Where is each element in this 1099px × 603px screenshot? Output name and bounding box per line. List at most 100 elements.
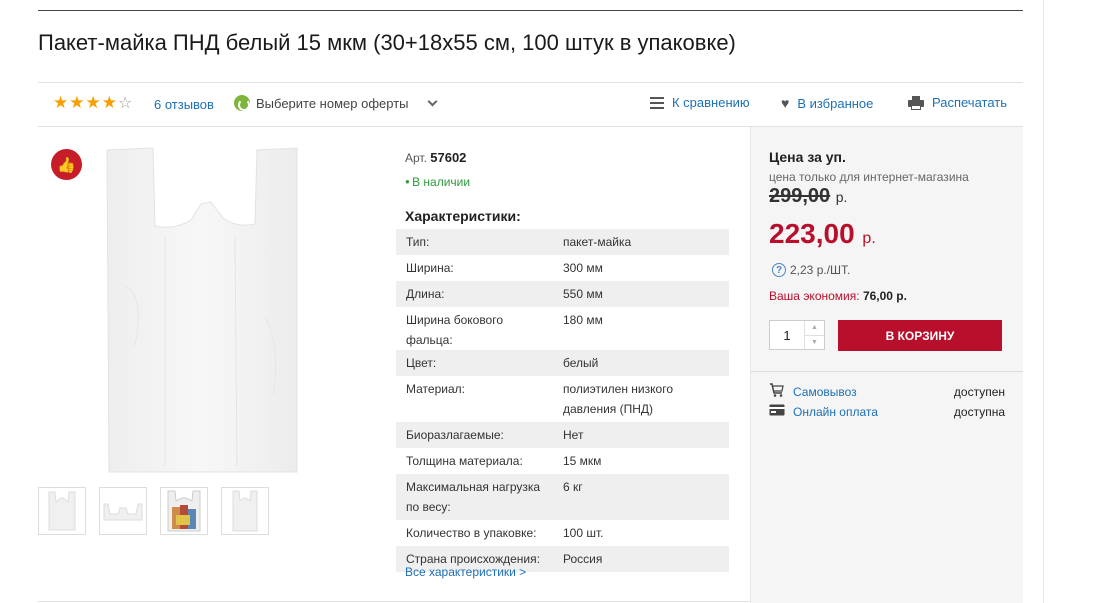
add-to-cart-button[interactable]: В КОРЗИНУ xyxy=(838,320,1002,351)
spec-value: 100 шт. xyxy=(563,526,604,540)
spec-value: 180 мм xyxy=(563,313,603,327)
favorites-label: В избранное xyxy=(797,95,874,111)
savings: Ваша экономия: 76,00 р. xyxy=(769,289,907,303)
rating-stars[interactable]: ★★★★☆ xyxy=(53,93,133,113)
offer-select-label: Выберите номер оферты xyxy=(256,95,409,111)
spec-value: 6 кг xyxy=(563,480,583,494)
compare-link[interactable]: К сравнению xyxy=(650,95,750,110)
thumbnail[interactable] xyxy=(99,487,147,535)
product-title: Пакет-майка ПНД белый 15 мкм (30+18х55 с… xyxy=(38,30,736,55)
delivery-value: доступен xyxy=(953,384,1005,399)
current-price-currency: р. xyxy=(862,230,876,247)
spec-row: Длина: 550 мм xyxy=(396,281,729,307)
delivery-label[interactable]: Самовывоз xyxy=(793,385,954,399)
spec-name: Максимальная нагрузка по весу: xyxy=(406,480,541,514)
old-price-currency: р. xyxy=(835,189,848,205)
specs-table: Тип: пакет-майка Ширина: 300 мм Длина: 550 … xyxy=(396,229,729,572)
print-link[interactable]: Распечатать xyxy=(908,95,1007,110)
spec-row: Ширина: 300 мм xyxy=(396,255,729,281)
stock-status: В наличии xyxy=(405,175,470,189)
spec-name: Длина: xyxy=(406,287,445,301)
favorites-link[interactable]: ♥ В избранное xyxy=(781,95,873,111)
spec-value: белый xyxy=(563,356,599,370)
spec-row: Материал: полиэтилен низкого давления (ПН… xyxy=(396,376,729,422)
spec-row: Максимальная нагрузка по весу: 6 кг xyxy=(396,474,729,520)
spec-row: Биоразлагаемые: Нет xyxy=(396,422,729,448)
article: Арт. 57602 xyxy=(405,150,466,165)
spec-row: Ширина бокового фальца: 180 мм xyxy=(396,307,729,350)
price-heading: Цена за уп. xyxy=(769,149,846,165)
thumbnail[interactable] xyxy=(160,487,208,535)
delivery-online-payment: Онлайн оплата доступна xyxy=(769,403,1005,420)
delivery-label[interactable]: Онлайн оплата xyxy=(793,405,954,419)
buy-panel: Цена за уп. цена только для интернет-маг… xyxy=(750,127,1023,603)
decrement-button[interactable]: ▼ xyxy=(805,336,824,350)
page-right-border xyxy=(1043,0,1044,603)
star-filled-icon: ★ xyxy=(101,93,118,112)
spec-value: 300 мм xyxy=(563,261,603,275)
spec-value: полиэтилен низкого давления (ПНД) xyxy=(563,382,673,416)
delivery-pickup: Самовывоз доступен xyxy=(769,382,1005,401)
quantity-stepper[interactable]: 1 ▲ ▼ xyxy=(769,320,825,350)
article-label: Арт. xyxy=(405,151,427,165)
spec-row: Цвет: белый xyxy=(396,350,729,376)
heart-icon: ♥ xyxy=(781,95,790,111)
thumbnail[interactable] xyxy=(38,487,86,535)
spec-name: Ширина бокового фальца: xyxy=(406,313,504,347)
spec-row: Количество в упаковке: 100 шт. xyxy=(396,520,729,546)
stepper-buttons: ▲ ▼ xyxy=(804,321,824,349)
product-image[interactable] xyxy=(105,146,299,479)
chevron-down-icon xyxy=(427,96,437,106)
offer-icon xyxy=(234,95,250,111)
printer-icon xyxy=(908,95,924,110)
savings-label: Ваша экономия: xyxy=(769,289,860,303)
old-price-value: 299,00 xyxy=(769,185,831,207)
image-thumbnails xyxy=(38,487,269,535)
question-icon[interactable]: ? xyxy=(772,263,786,277)
article-number: 57602 xyxy=(430,150,467,165)
reviews-link[interactable]: 6 отзывов xyxy=(154,97,214,112)
price-note: цена только для интернет-магазина xyxy=(769,170,969,184)
spec-name: Тип: xyxy=(406,235,430,249)
unit-price: ? 2,23 р./ШТ. xyxy=(772,263,850,277)
spec-name: Биоразлагаемые: xyxy=(406,428,504,442)
compare-label: К сравнению xyxy=(672,95,750,110)
spec-value: 550 мм xyxy=(563,287,603,301)
current-price-value: 223,00 xyxy=(769,218,855,249)
savings-value: 76,00 р. xyxy=(862,289,907,303)
card-icon xyxy=(769,403,785,420)
spec-row: Толщина материала: 15 мкм xyxy=(396,448,729,474)
star-empty-icon: ☆ xyxy=(118,95,134,112)
spec-name: Количество в упаковке: xyxy=(406,526,537,540)
spec-value: Россия xyxy=(563,552,603,566)
old-price: 299,00 р. xyxy=(769,185,847,208)
thumbs-up-icon: 👍 xyxy=(51,149,82,180)
increment-button[interactable]: ▲ xyxy=(805,321,824,336)
top-divider xyxy=(38,10,1023,11)
star-filled-icon: ★ xyxy=(53,93,70,112)
cart-icon xyxy=(769,382,785,401)
spec-row: Тип: пакет-майка xyxy=(396,229,729,255)
specs-title: Характеристики: xyxy=(405,208,521,224)
current-price: 223,00 р. xyxy=(769,218,876,250)
spec-name: Ширина: xyxy=(406,261,454,275)
all-specs-link[interactable]: Все характеристики > xyxy=(405,565,526,579)
spec-name: Толщина материала: xyxy=(406,454,523,468)
spec-name: Материал: xyxy=(406,382,465,396)
unit-price-value: 2,23 р./ШТ. xyxy=(790,263,851,277)
spec-value: Нет xyxy=(563,428,584,442)
divider xyxy=(751,371,1023,372)
product-toolbar: ★★★★☆ 6 отзывов Выберите номер оферты К … xyxy=(38,83,1023,126)
star-filled-icon: ★ xyxy=(69,93,86,112)
spec-value: пакет-майка xyxy=(563,235,632,249)
star-filled-icon: ★ xyxy=(85,93,102,112)
thumbnail[interactable] xyxy=(221,487,269,535)
print-label: Распечатать xyxy=(932,95,1008,110)
divider xyxy=(38,601,750,602)
spec-name: Цвет: xyxy=(406,356,437,370)
spec-value: 15 мкм xyxy=(563,454,602,468)
quantity-input[interactable]: 1 xyxy=(770,321,804,349)
list-icon xyxy=(650,96,664,109)
delivery-value: доступна xyxy=(953,404,1005,419)
offer-select[interactable]: Выберите номер оферты xyxy=(234,95,437,111)
